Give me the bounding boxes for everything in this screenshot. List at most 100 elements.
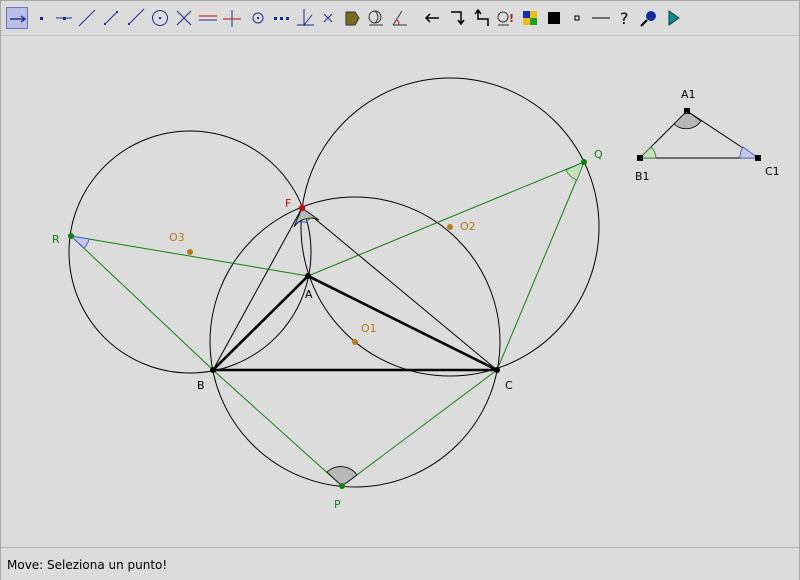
label-q: Q [594,148,603,161]
perpendicular-icon [223,10,241,27]
redo-icon [451,11,465,26]
delete-tool[interactable] [317,7,339,29]
point-icon [40,17,43,20]
measure-icon [368,10,383,26]
label-o3: O3 [169,231,185,244]
help-icon: ? [620,9,629,28]
angle-marker-r [69,235,90,249]
point-on-line-icon [56,17,72,20]
line-style-tool[interactable] [590,7,612,29]
point-on-object-tool[interactable] [53,7,75,29]
point-o3[interactable] [187,249,193,255]
angle-marker-f [293,207,320,228]
toolbar: ! ? [1,1,799,35]
polygon-icon [345,11,360,26]
label-o1: O1 [361,322,377,335]
parallel-icon [199,15,217,21]
play-tool[interactable] [662,7,684,29]
check-icon: ! [497,11,514,26]
status-text: Move: Seleziona un punto! [7,558,168,572]
magnifier-icon [640,11,656,27]
locus-tool[interactable] [271,7,293,29]
redo-tool[interactable] [446,7,468,29]
triangle-abc[interactable] [209,274,498,372]
fill-tool[interactable] [543,7,565,29]
small-square-icon [574,15,580,21]
midpoint-tool[interactable] [247,7,269,29]
point-q[interactable] [581,159,587,165]
zoom-tool[interactable] [638,7,660,29]
label-c1: C1 [765,165,780,178]
parallel-tool[interactable] [197,7,219,29]
dash-icon [592,17,610,19]
angle-marker-q [565,161,585,181]
point-b1[interactable] [637,155,643,161]
segment-tool[interactable] [100,7,122,29]
point-tool[interactable] [30,7,52,29]
check-tool[interactable]: ! [495,7,517,29]
label-f: F [285,197,291,210]
intersection-tool[interactable] [173,7,195,29]
perpendicular-tool[interactable] [221,7,243,29]
line-icon [78,9,96,27]
point-o2[interactable] [447,224,453,230]
angle-bisector-icon [297,9,314,26]
ray-tool[interactable] [124,7,146,29]
status-bar: Move: Seleziona un punto! [1,547,799,580]
move-tool[interactable] [6,7,28,29]
point-c1[interactable] [755,155,761,161]
segment-bp[interactable] [212,369,343,487]
dotted-line-icon [274,17,289,20]
segment-icon [104,11,118,25]
angle-marker-f-blue [295,221,309,224]
color-palette-icon [523,11,537,25]
midpoint-icon [252,12,264,24]
point-o1[interactable] [352,339,358,345]
label-a1: A1 [681,88,696,101]
point-p[interactable] [339,483,345,489]
angle-icon [392,10,407,26]
color-tool[interactable] [519,7,541,29]
intersection-icon [176,10,192,26]
svg-text:?: ? [620,9,629,28]
point-c[interactable] [494,367,500,373]
app-window: ! ? A B C F P Q R O1 O2 O3 A1 B1 C1 Move… [0,0,800,580]
drawing-canvas[interactable]: A B C F P Q R O1 O2 O3 A1 B1 C1 [1,36,799,547]
line-tool[interactable] [76,7,98,29]
help-tool[interactable]: ? [614,7,636,29]
point-a1[interactable] [684,108,690,114]
polygon-tool[interactable] [341,7,363,29]
ray-icon [128,8,145,25]
label-o2: O2 [460,220,476,233]
segment-pc[interactable] [341,369,498,487]
undo-tool[interactable] [421,7,443,29]
point-r[interactable] [68,233,74,239]
filled-square-icon [548,12,560,24]
label-p: P [334,498,341,511]
reverse-tool[interactable] [471,7,493,29]
measure-tool[interactable] [365,7,387,29]
angle-tool[interactable] [389,7,411,29]
segment-qc[interactable] [496,161,585,371]
point-b[interactable] [210,367,216,373]
label-b: B [197,379,205,392]
label-b1: B1 [635,170,650,183]
circle-tool[interactable] [149,7,171,29]
triangle-a1b1c1[interactable] [638,110,760,159]
svg-text:!: ! [509,12,514,25]
point-a[interactable] [305,273,311,279]
angle-bisector-tool[interactable] [294,7,316,29]
circle-icon [152,10,168,26]
point-f[interactable] [298,204,306,212]
delete-x-icon [323,13,333,23]
segment-aq[interactable] [307,161,585,277]
reverse-icon [474,8,489,26]
label-c: C [505,379,513,392]
move-arrow-icon [10,15,27,23]
label-a: A [305,288,313,301]
point-style-tool[interactable] [566,7,588,29]
label-r: R [52,233,60,246]
segment-fb[interactable] [212,207,303,371]
play-icon [668,10,680,26]
left-arrow-icon [424,13,439,23]
